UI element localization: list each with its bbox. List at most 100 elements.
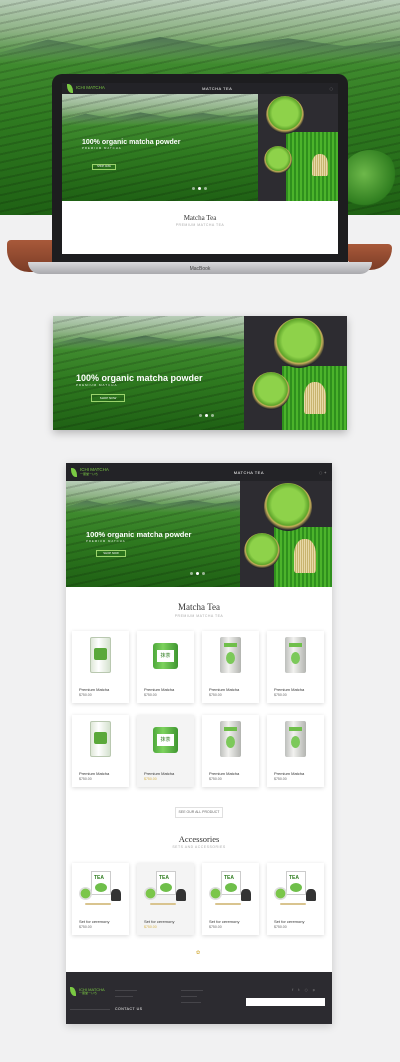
social-links: f t ○ p [292, 988, 315, 992]
pinterest-icon[interactable]: p [313, 988, 315, 992]
whisk-image [304, 382, 326, 414]
matcha-powder-image [244, 533, 280, 569]
product-price: $750.00 [144, 777, 157, 781]
view-all-products-button[interactable]: SEE OUR ALL PRODUCT [175, 807, 223, 818]
product-card[interactable]: Premium Matcha $750.00 [267, 715, 324, 787]
hero-headline: 100% organic matcha powder [82, 139, 181, 146]
footer-logo[interactable]: ICHI MATCHA 一服堂ーいち [70, 987, 105, 996]
product-card-hovered[interactable]: Premium Matcha $750.00 [137, 715, 194, 787]
accessories-product-grid: Set for ceremony $750.00 Set for ceremon… [72, 863, 326, 935]
product-name: Set for ceremony [274, 919, 305, 924]
site-navbar: ICHI MATCHA 一服堂ーいち MATCHA TEA ○ ✦ [66, 463, 332, 481]
product-name: Premium Matcha [209, 771, 240, 776]
matcha-jar-image [90, 721, 111, 757]
slider-dot[interactable] [211, 414, 214, 417]
product-card[interactable]: Set for ceremony $750.00 [267, 863, 324, 935]
cart-icon[interactable]: ○ ✦ [319, 470, 327, 475]
product-card[interactable]: Premium Matcha $750.00 [202, 715, 259, 787]
full-page-mockup: ICHI MATCHA 一服堂ーいち MATCHA TEA ○ ✦ 100% o… [66, 463, 332, 1024]
contact-us-link[interactable]: CONTACT US [115, 1007, 142, 1011]
product-price: $750.00 [79, 777, 92, 781]
tea-set-image [142, 871, 190, 909]
nav-link-matcha-tea[interactable]: MATCHA TEA [234, 470, 264, 475]
matcha-section-title: Matcha Tea [178, 602, 220, 612]
site-logo[interactable]: ICHI MATCHA 一服堂ーいち [71, 467, 109, 477]
tea-set-image [207, 871, 255, 909]
product-card[interactable]: Premium Matcha $750.00 [72, 631, 129, 703]
hero-banner-preview: 100% organic matcha powder PREMIUM MATCH… [53, 316, 347, 430]
product-name: Premium Matcha [209, 687, 240, 692]
laptop-screen: ICHI MATCHA MATCHA TEA ○ 100% organic ma… [62, 83, 338, 254]
tea-set-image [272, 871, 320, 909]
slider-dots[interactable] [192, 187, 207, 190]
slider-dot[interactable] [190, 572, 193, 575]
slider-dot[interactable] [202, 572, 205, 575]
newsletter-email-input[interactable] [246, 998, 325, 1006]
shop-now-button[interactable]: SHOP NOW [91, 394, 125, 402]
matcha-still-life [257, 94, 338, 201]
shop-now-button[interactable]: SHOP NOW [92, 164, 116, 170]
slider-dots[interactable] [199, 414, 214, 417]
product-price: $750.00 [144, 693, 157, 697]
footer-copyright-line [70, 1009, 110, 1010]
footer-link-placeholder[interactable] [181, 996, 197, 997]
cart-icon[interactable]: ○ [330, 86, 334, 91]
leaf-icon[interactable]: ✿ [196, 950, 200, 956]
nav-link-matcha-tea[interactable]: MATCHA TEA [202, 86, 232, 91]
matcha-bowl-image [264, 483, 312, 531]
product-card[interactable]: Set for ceremony $750.00 [72, 863, 129, 935]
product-price: $750.00 [209, 777, 222, 781]
product-name: Set for ceremony [209, 919, 240, 924]
slider-dot[interactable] [199, 414, 202, 417]
product-name: Premium Matcha [274, 687, 305, 692]
product-card-hovered[interactable]: Set for ceremony $750.00 [137, 863, 194, 935]
logo-tagline: 一服堂ーいち [79, 991, 98, 996]
slider-dot[interactable] [198, 187, 201, 190]
twitter-icon[interactable]: t [298, 988, 299, 992]
instagram-icon[interactable]: ○ [305, 988, 308, 992]
hero-subline: PREMIUM MATCHA [76, 383, 118, 387]
product-name: Set for ceremony [144, 919, 175, 924]
product-price: $750.00 [209, 925, 222, 929]
matcha-still-life [244, 316, 347, 430]
product-card[interactable]: Premium Matcha $750.00 [137, 631, 194, 703]
product-card[interactable]: Premium Matcha $750.00 [72, 715, 129, 787]
shop-now-button[interactable]: SHOP NOW [96, 550, 126, 557]
product-price: $750.00 [79, 925, 92, 929]
product-price: $750.00 [274, 925, 287, 929]
slider-dot[interactable] [205, 414, 208, 417]
product-price: $750.00 [274, 777, 287, 781]
footer-link-placeholder[interactable] [181, 990, 203, 991]
hero-text: 100% organic matcha powder PREMIUM MATCH… [82, 139, 180, 150]
matcha-powder-image [252, 372, 290, 410]
leaf-icon [71, 467, 77, 477]
laptop-mockup: ICHI MATCHA MATCHA TEA ○ 100% organic ma… [52, 74, 348, 262]
hero-subline: PREMIUM MATCHA [86, 539, 126, 543]
matcha-product-grid: Premium Matcha $750.00 Premium Matcha $7… [72, 631, 326, 787]
product-price: $750.00 [209, 693, 222, 697]
site-logo[interactable]: ICHI MATCHA [67, 84, 105, 93]
section-title: Matcha Tea [183, 214, 217, 222]
footer-link-placeholder[interactable] [115, 990, 137, 991]
product-card[interactable]: Premium Matcha $750.00 [202, 631, 259, 703]
product-card[interactable]: Set for ceremony $750.00 [202, 863, 259, 935]
product-card[interactable]: Premium Matcha $750.00 [267, 631, 324, 703]
product-price: $750.00 [144, 925, 157, 929]
matcha-section-subtitle: PREMIUM MATCHA TEA [174, 614, 224, 618]
laptop-brand: MacBook [189, 266, 211, 272]
site-footer: ICHI MATCHA 一服堂ーいち CONTACT US f t ○ p [66, 972, 332, 1024]
facebook-icon[interactable]: f [292, 988, 293, 992]
slider-dot[interactable] [204, 187, 207, 190]
slider-dot[interactable] [192, 187, 195, 190]
hero-slider: 100% organic matcha powder PREMIUM MATCH… [66, 481, 332, 587]
matcha-bowl-image [274, 318, 324, 368]
product-name: Premium Matcha [144, 771, 175, 776]
slider-dot[interactable] [196, 572, 199, 575]
footer-link-placeholder[interactable] [181, 1002, 201, 1003]
slider-dots[interactable] [190, 572, 205, 575]
footer-link-placeholder[interactable] [115, 996, 133, 997]
hero-text: 100% organic matcha powder PREMIUM MATCH… [86, 530, 191, 543]
matcha-tin-image [153, 643, 178, 669]
matcha-bowl-image [265, 96, 304, 134]
hero-subline: PREMIUM MATCHA [82, 146, 122, 150]
